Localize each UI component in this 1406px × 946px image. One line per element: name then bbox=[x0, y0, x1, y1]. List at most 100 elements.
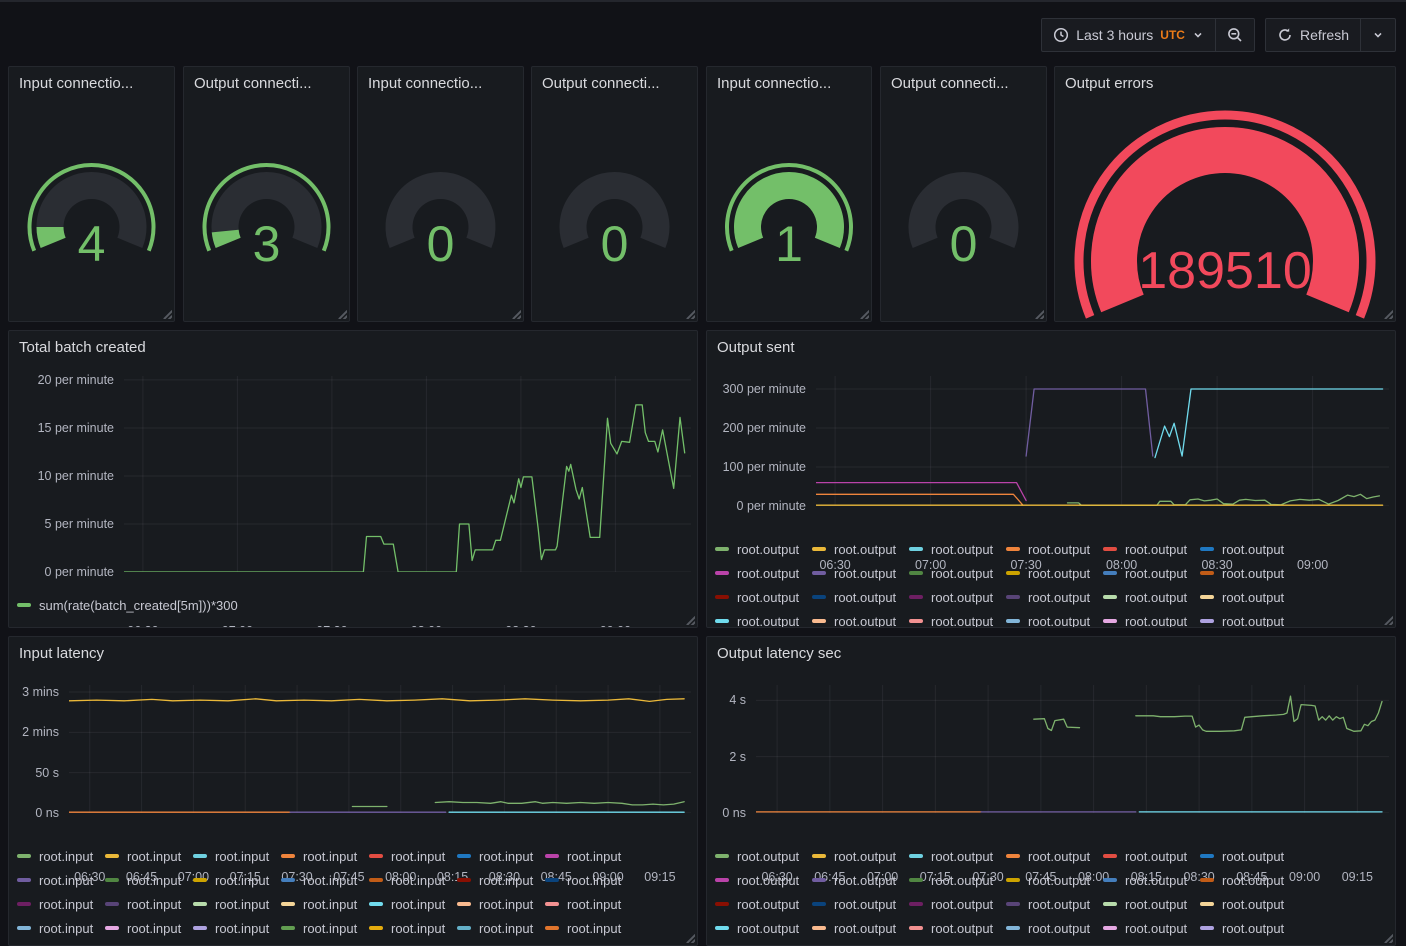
legend-item[interactable]: root.input bbox=[17, 868, 105, 892]
legend-item[interactable]: root.input bbox=[17, 892, 105, 916]
panel-resize-handle[interactable] bbox=[1382, 308, 1393, 319]
panel-title[interactable]: Output connecti... bbox=[194, 75, 339, 92]
legend-item[interactable]: root.input bbox=[281, 916, 369, 940]
legend-item[interactable]: root.input bbox=[193, 844, 281, 868]
legend-item[interactable]: root.input bbox=[281, 892, 369, 916]
legend-item[interactable]: root.output bbox=[909, 585, 1006, 609]
legend-item[interactable]: root.output bbox=[715, 537, 812, 561]
panel-title[interactable]: Input connectio... bbox=[19, 75, 164, 92]
legend-item[interactable]: root.output bbox=[715, 844, 812, 868]
legend-item[interactable]: root.input bbox=[105, 844, 193, 868]
panel-resize-handle[interactable] bbox=[1382, 614, 1393, 625]
legend-item[interactable]: root.output bbox=[909, 844, 1006, 868]
legend-item[interactable]: root.output bbox=[1006, 609, 1103, 628]
legend-item[interactable]: root.output bbox=[1103, 561, 1200, 585]
legend-item[interactable]: root.output bbox=[715, 585, 812, 609]
legend-item[interactable]: root.input bbox=[545, 916, 633, 940]
legend-item[interactable]: root.output bbox=[812, 561, 909, 585]
panel-title[interactable]: Output connecti... bbox=[891, 75, 1036, 92]
legend-item[interactable]: root.output bbox=[1200, 892, 1297, 916]
legend-item[interactable]: root.output bbox=[1006, 537, 1103, 561]
legend-item[interactable]: root.output bbox=[1006, 585, 1103, 609]
legend-item[interactable]: root.output bbox=[1200, 916, 1297, 940]
legend-item[interactable]: root.input bbox=[457, 916, 545, 940]
panel-resize-handle[interactable] bbox=[684, 614, 695, 625]
legend-item[interactable]: root.input bbox=[369, 916, 457, 940]
legend-item[interactable]: root.output bbox=[812, 868, 909, 892]
legend-item[interactable]: root.output bbox=[812, 585, 909, 609]
legend-item[interactable]: root.output bbox=[1103, 609, 1200, 628]
legend-item[interactable]: root.output bbox=[812, 916, 909, 940]
legend-item[interactable]: root.input bbox=[457, 892, 545, 916]
legend-item[interactable]: root.output bbox=[812, 892, 909, 916]
legend-item[interactable]: root.output bbox=[715, 892, 812, 916]
legend-item[interactable]: root.output bbox=[1200, 585, 1297, 609]
panel-title[interactable]: Output sent bbox=[717, 339, 1385, 356]
legend-item[interactable]: root.input bbox=[105, 892, 193, 916]
legend-item[interactable]: root.output bbox=[909, 561, 1006, 585]
legend-item[interactable]: root.input bbox=[105, 868, 193, 892]
legend-item[interactable]: root.input bbox=[281, 868, 369, 892]
legend-item[interactable]: root.output bbox=[1006, 868, 1103, 892]
legend-item[interactable]: root.input bbox=[545, 868, 633, 892]
legend-item[interactable]: root.output bbox=[1103, 868, 1200, 892]
refresh-button[interactable]: Refresh bbox=[1266, 19, 1360, 51]
panel-title[interactable]: Input latency bbox=[19, 645, 687, 662]
refresh-interval-dropdown[interactable] bbox=[1360, 19, 1395, 51]
legend-item[interactable]: root.input bbox=[193, 892, 281, 916]
panel-title[interactable]: Output errors bbox=[1065, 75, 1385, 92]
legend-item[interactable]: root.input bbox=[457, 868, 545, 892]
legend-item[interactable]: root.output bbox=[812, 609, 909, 628]
legend-item[interactable]: root.output bbox=[1200, 868, 1297, 892]
legend-item[interactable]: root.output bbox=[909, 916, 1006, 940]
panel-resize-handle[interactable] bbox=[1382, 932, 1393, 943]
legend-item[interactable]: root.output bbox=[909, 609, 1006, 628]
legend-item[interactable]: root.input bbox=[105, 916, 193, 940]
legend-item[interactable]: root.output bbox=[1006, 916, 1103, 940]
legend-item[interactable]: root.output bbox=[1006, 561, 1103, 585]
legend-item[interactable]: root.input bbox=[369, 844, 457, 868]
panel-resize-handle[interactable] bbox=[684, 932, 695, 943]
panel-resize-handle[interactable] bbox=[336, 308, 347, 319]
panel-title[interactable]: Output connecti... bbox=[542, 75, 687, 92]
legend-item[interactable]: root.output bbox=[1103, 585, 1200, 609]
legend-item[interactable]: root.output bbox=[1200, 537, 1297, 561]
legend-item[interactable]: root.output bbox=[715, 916, 812, 940]
legend-item[interactable]: root.output bbox=[1200, 844, 1297, 868]
legend-item[interactable]: root.output bbox=[1006, 892, 1103, 916]
legend-item[interactable]: root.input bbox=[369, 868, 457, 892]
legend-item[interactable]: root.output bbox=[909, 892, 1006, 916]
legend-item[interactable]: root.input bbox=[193, 916, 281, 940]
legend-item[interactable]: root.input bbox=[369, 892, 457, 916]
legend-item[interactable]: root.output bbox=[812, 844, 909, 868]
legend-item[interactable]: root.output bbox=[1200, 609, 1297, 628]
legend-item[interactable]: root.input bbox=[193, 868, 281, 892]
legend-item[interactable]: root.input bbox=[17, 844, 105, 868]
legend-item[interactable]: root.input bbox=[545, 844, 633, 868]
legend-item[interactable]: root.output bbox=[715, 561, 812, 585]
panel-title[interactable]: Output latency sec bbox=[717, 645, 1385, 662]
panel-resize-handle[interactable] bbox=[161, 308, 172, 319]
panel-title[interactable]: Input connectio... bbox=[368, 75, 513, 92]
legend-item[interactable]: root.input bbox=[545, 892, 633, 916]
panel-resize-handle[interactable] bbox=[684, 308, 695, 319]
legend-item[interactable]: root.output bbox=[1006, 844, 1103, 868]
panel-title[interactable]: Total batch created bbox=[19, 339, 687, 356]
legend-item[interactable]: root.output bbox=[812, 537, 909, 561]
panel-resize-handle[interactable] bbox=[510, 308, 521, 319]
panel-title[interactable]: Input connectio... bbox=[717, 75, 861, 92]
legend-item[interactable]: root.input bbox=[281, 844, 369, 868]
legend-item[interactable]: root.output bbox=[1200, 561, 1297, 585]
legend-item[interactable]: root.input bbox=[17, 916, 105, 940]
legend-item[interactable]: sum(rate(batch_created[5m]))*300 bbox=[17, 593, 238, 617]
legend-item[interactable]: root.output bbox=[1103, 916, 1200, 940]
legend-item[interactable]: root.output bbox=[1103, 537, 1200, 561]
legend-item[interactable]: root.output bbox=[1103, 844, 1200, 868]
legend-item[interactable]: root.output bbox=[1103, 892, 1200, 916]
legend-item[interactable]: root.output bbox=[909, 868, 1006, 892]
legend-item[interactable]: root.output bbox=[715, 609, 812, 628]
legend-item[interactable]: root.output bbox=[909, 537, 1006, 561]
time-range-picker[interactable]: Last 3 hours UTC bbox=[1042, 19, 1215, 51]
panel-resize-handle[interactable] bbox=[1033, 308, 1044, 319]
zoom-out-button[interactable] bbox=[1215, 19, 1254, 51]
